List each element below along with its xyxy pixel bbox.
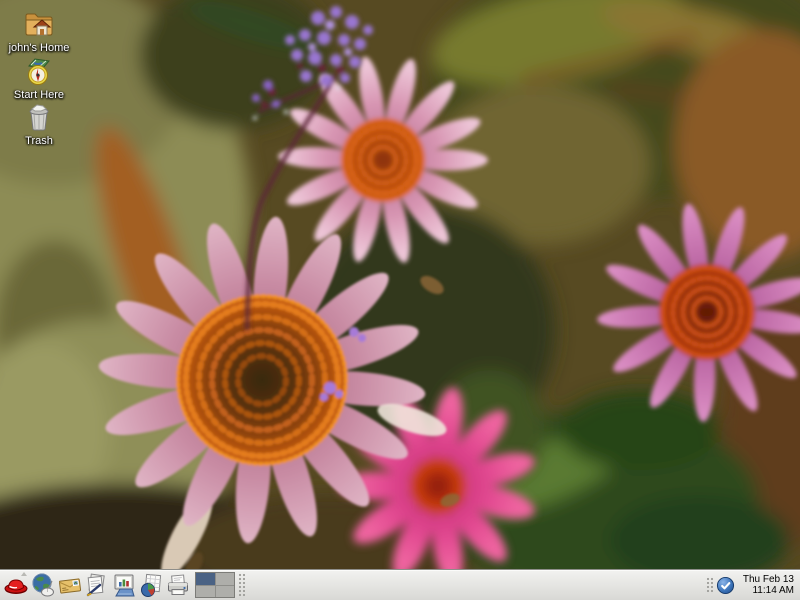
presentation-launcher[interactable] — [110, 571, 137, 600]
envelope-icon — [57, 572, 83, 598]
workspace-3[interactable] — [196, 586, 215, 598]
printer-icon — [165, 572, 191, 598]
start-here-compass-icon — [22, 54, 56, 88]
email-launcher[interactable] — [56, 571, 83, 600]
chart-slide-icon — [111, 572, 137, 598]
workspace-4[interactable] — [216, 586, 235, 598]
workspace-2[interactable] — [216, 573, 235, 585]
desktop-icon-trash[interactable]: Trash — [0, 100, 78, 147]
pages-pen-icon — [84, 572, 110, 598]
workspace-switcher — [195, 572, 235, 598]
red-hat-icon — [3, 572, 29, 598]
menu-arrow-icon — [21, 572, 27, 576]
bottom-panel: Thu Feb 13 11:14 AM — [0, 569, 800, 600]
panel-drag-handle[interactable] — [237, 572, 245, 598]
update-notifier[interactable] — [715, 574, 737, 596]
main-menu-button[interactable] — [2, 571, 29, 600]
panel-drag-handle[interactable] — [705, 576, 713, 594]
word-processor-launcher[interactable] — [83, 571, 110, 600]
panel-right-area: Thu Feb 13 11:14 AM — [703, 574, 798, 596]
clock-time: 11:14 AM — [743, 585, 794, 596]
desktop-icon-start-here[interactable]: Start Here — [0, 54, 78, 101]
desktop-icon-label: john's Home — [9, 42, 70, 54]
clock-date: Thu Feb 13 — [743, 574, 794, 585]
spreadsheet-launcher[interactable] — [137, 571, 164, 600]
workspace-1[interactable] — [196, 573, 215, 585]
home-folder-icon — [22, 7, 56, 41]
trash-can-icon — [22, 100, 56, 134]
desktop: john's Home Start Here Trash — [0, 0, 800, 600]
desktop-icon-johns-home[interactable]: john's Home — [0, 7, 78, 54]
print-manager-launcher[interactable] — [164, 571, 191, 600]
desktop-icon-label: Trash — [25, 135, 53, 147]
panel-clock[interactable]: Thu Feb 13 11:14 AM — [737, 574, 798, 596]
globe-mouse-icon — [30, 572, 56, 598]
wallpaper-image — [0, 0, 800, 569]
web-browser-launcher[interactable] — [29, 571, 56, 600]
update-check-icon — [716, 576, 735, 595]
pie-sheet-icon — [138, 572, 164, 598]
